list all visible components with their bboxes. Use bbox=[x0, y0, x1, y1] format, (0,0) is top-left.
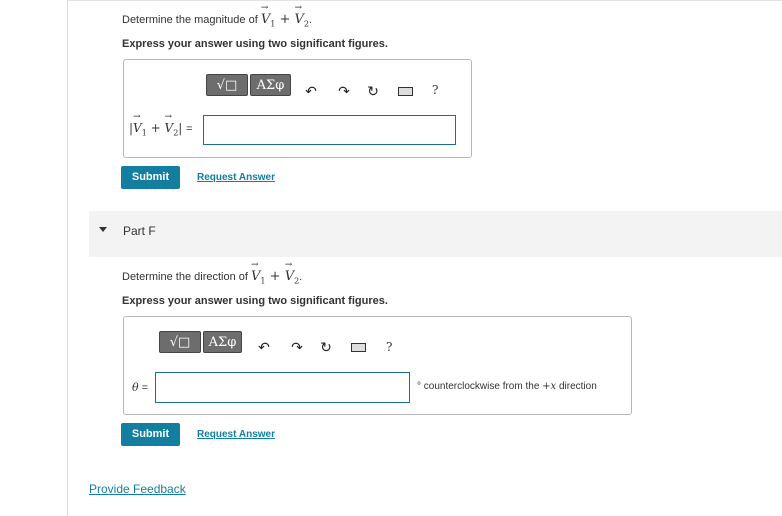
part-f-instruction: Express your answer using two significan… bbox=[122, 295, 388, 307]
part-e-instruction: Express your answer using two significan… bbox=[122, 38, 388, 50]
undo-icon[interactable]: ↶ bbox=[303, 83, 319, 99]
templates-icon: √□ bbox=[216, 78, 238, 93]
part-e-answer-input[interactable] bbox=[203, 115, 456, 145]
part-f-question: Determine the direction of V1 + V2. bbox=[122, 260, 302, 286]
greek-symbols-button[interactable]: ΑΣφ bbox=[250, 74, 291, 96]
redo-icon[interactable]: ↷ bbox=[336, 83, 352, 99]
collapse-triangle-icon[interactable] bbox=[99, 227, 107, 232]
top-divider bbox=[67, 0, 782, 1]
templates-icon: √□ bbox=[169, 335, 191, 350]
part-f-submit-button[interactable]: Submit bbox=[121, 423, 180, 446]
keyboard-icon[interactable] bbox=[398, 87, 413, 96]
part-f-unit-label: ° counterclockwise from the +x direction bbox=[417, 381, 597, 392]
part-f-answer-label: θ = bbox=[132, 381, 149, 394]
redo-icon[interactable]: ↷ bbox=[289, 339, 305, 355]
greek-icon: ΑΣφ bbox=[208, 335, 237, 350]
part-e-question-prefix: Determine the magnitude of bbox=[122, 14, 261, 26]
help-icon[interactable]: ? bbox=[432, 83, 438, 97]
part-f-title: Part F bbox=[123, 224, 156, 238]
greek-icon: ΑΣφ bbox=[256, 78, 285, 93]
greek-symbols-button[interactable]: ΑΣφ bbox=[203, 331, 242, 353]
help-icon[interactable]: ? bbox=[386, 340, 392, 354]
part-f-question-prefix: Determine the direction of bbox=[122, 271, 252, 283]
undo-icon[interactable]: ↶ bbox=[256, 339, 272, 355]
part-e-request-answer-link[interactable]: Request Answer bbox=[197, 172, 275, 183]
reset-icon[interactable]: ↻ bbox=[318, 339, 334, 355]
provide-feedback-link[interactable]: Provide Feedback bbox=[89, 482, 186, 496]
templates-button[interactable]: √□ bbox=[206, 74, 248, 96]
part-e-answer-label: |V1 + V2| = bbox=[129, 112, 193, 137]
reset-icon[interactable]: ↻ bbox=[365, 83, 381, 99]
templates-button[interactable]: √□ bbox=[159, 331, 201, 353]
part-f-header[interactable] bbox=[89, 211, 782, 257]
keyboard-icon[interactable] bbox=[351, 343, 366, 352]
part-e-question: Determine the magnitude of V1 + V2. bbox=[122, 3, 312, 29]
part-f-answer-input[interactable] bbox=[155, 372, 410, 403]
part-f-request-answer-link[interactable]: Request Answer bbox=[197, 429, 275, 440]
part-e-submit-button[interactable]: Submit bbox=[121, 166, 180, 189]
left-rule bbox=[67, 0, 68, 516]
